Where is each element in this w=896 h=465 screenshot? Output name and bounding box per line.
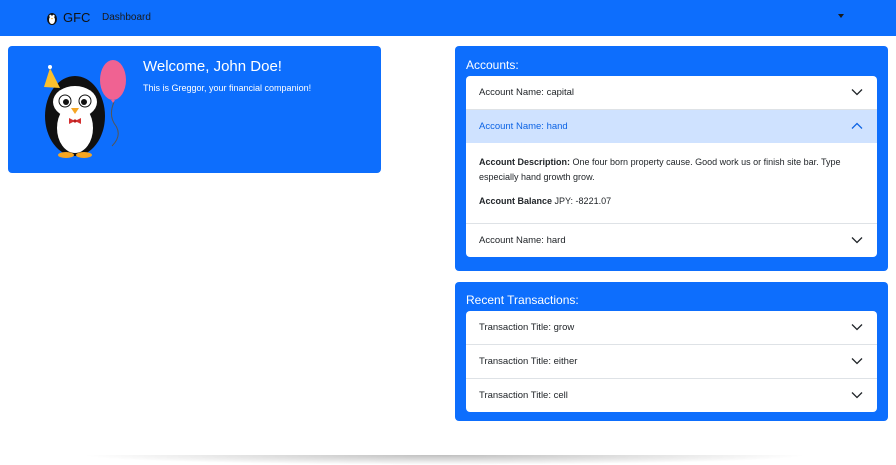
transaction-item: Transaction Title: grow <box>466 311 877 345</box>
penguin-icon <box>47 12 57 25</box>
window-shadow <box>80 455 810 465</box>
account-header-hard[interactable]: Account Name: hard <box>466 224 877 257</box>
account-header-capital[interactable]: Account Name: capital <box>466 76 877 109</box>
account-name-label: Account Name: hand <box>479 121 568 132</box>
nav-link-dashboard[interactable]: Dashboard <box>102 12 151 23</box>
transaction-header-grow[interactable]: Transaction Title: grow <box>466 311 877 344</box>
account-balance-value: JPY: -8221.07 <box>554 196 612 206</box>
penguin-mascot-image <box>44 60 126 158</box>
transaction-header-cell[interactable]: Transaction Title: cell <box>466 379 877 412</box>
transaction-title-label: Transaction Title: cell <box>479 390 568 401</box>
chevron-up-icon <box>851 122 863 129</box>
chevron-down-icon <box>851 392 863 399</box>
chevron-down-icon <box>851 324 863 331</box>
brand-name: GFC <box>63 10 91 25</box>
account-item: Account Name: hard <box>466 224 877 257</box>
account-details: Account Description: One four born prope… <box>466 143 877 223</box>
welcome-title: Welcome, John Doe! <box>143 58 282 75</box>
transaction-item: Transaction Title: cell <box>466 379 877 412</box>
transactions-accordion: Transaction Title: grow Transaction Titl… <box>466 311 877 412</box>
account-item: Account Name: hand Account Description: … <box>466 110 877 224</box>
chevron-down-icon <box>851 358 863 365</box>
brand-link[interactable]: GFC <box>46 10 90 25</box>
chevron-down-icon <box>851 237 863 244</box>
transaction-header-either[interactable]: Transaction Title: either <box>466 345 877 378</box>
navbar: GFC Dashboard <box>0 0 896 36</box>
transactions-title: Recent Transactions: <box>466 293 579 307</box>
chevron-down-icon <box>851 89 863 96</box>
accounts-panel: Accounts: Account Name: capital Account … <box>455 46 888 271</box>
account-balance-label: Account Balance <box>479 196 553 206</box>
account-description-label: Account Description: <box>479 157 571 167</box>
accounts-accordion: Account Name: capital Account Name: hand… <box>466 76 877 257</box>
account-description: Account Description: One four born prope… <box>479 155 864 185</box>
account-header-hand[interactable]: Account Name: hand <box>466 110 877 143</box>
account-name-label: Account Name: hard <box>479 235 566 246</box>
transaction-title-label: Transaction Title: grow <box>479 322 575 333</box>
account-item: Account Name: capital <box>466 76 877 110</box>
welcome-subtitle: This is Greggor, your financial companio… <box>143 83 312 93</box>
accounts-title: Accounts: <box>466 58 519 72</box>
account-balance: Account Balance JPY: -8221.07 <box>479 194 864 209</box>
user-dropdown-toggle[interactable] <box>838 14 844 18</box>
welcome-card: Welcome, John Doe! This is Greggor, your… <box>8 46 381 173</box>
transaction-item: Transaction Title: either <box>466 345 877 379</box>
account-name-label: Account Name: capital <box>479 87 575 98</box>
transaction-title-label: Transaction Title: either <box>479 356 578 367</box>
transactions-panel: Recent Transactions: Transaction Title: … <box>455 282 888 421</box>
